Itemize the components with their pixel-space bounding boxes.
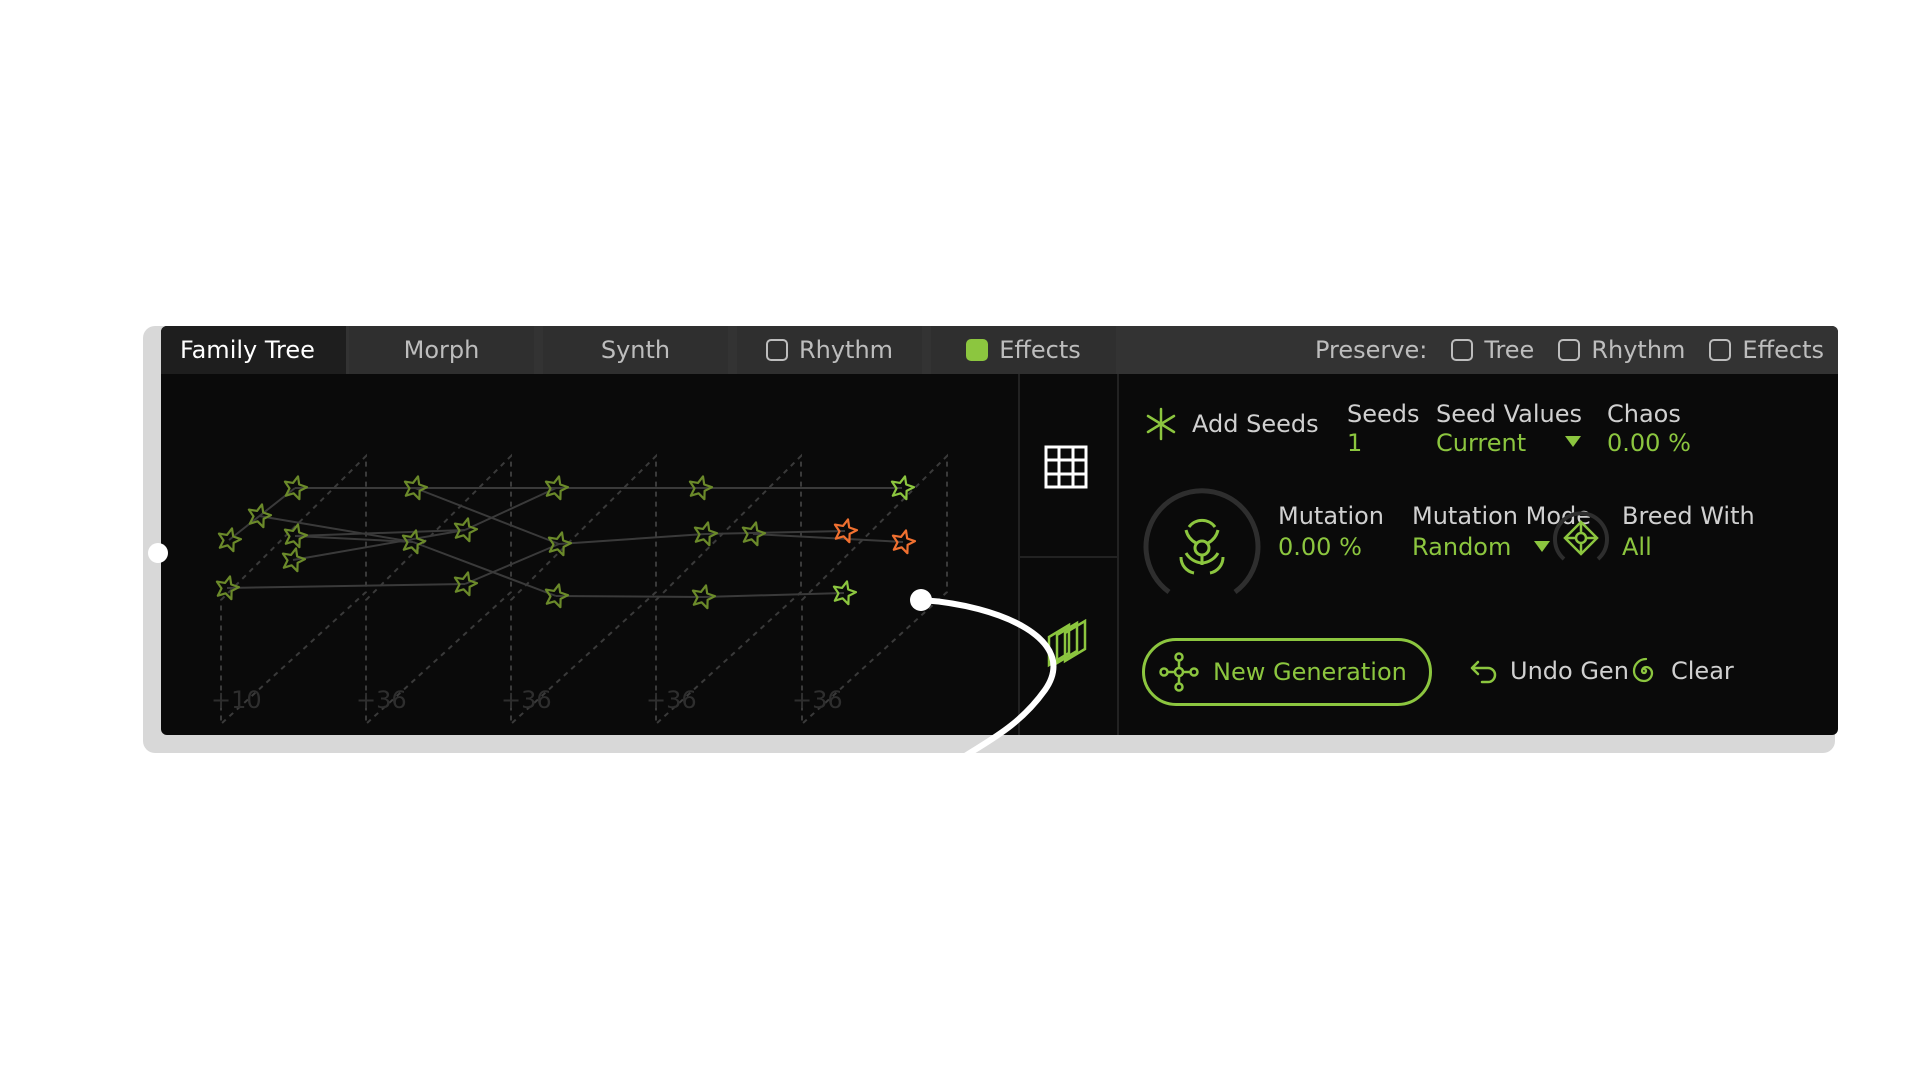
generation-pane: [655, 453, 802, 727]
clear-button[interactable]: Clear: [1629, 656, 1734, 686]
chevron-down-icon[interactable]: [1534, 541, 1550, 552]
mutation-label: Mutation: [1278, 502, 1385, 530]
tab-morph[interactable]: Morph: [349, 326, 534, 374]
tree-link: [412, 541, 557, 597]
creature-node: [890, 475, 916, 501]
tree-link: [464, 543, 560, 585]
undo-gen-button[interactable]: Undo Gen: [1468, 656, 1629, 686]
grid-icon[interactable]: [1043, 444, 1089, 490]
clear-label: Clear: [1671, 657, 1734, 685]
seed-values-label: Seed Values: [1436, 400, 1583, 428]
undo-arrow-icon: [1470, 660, 1497, 684]
tree-link: [702, 592, 845, 598]
seeds-label: Seeds: [1347, 400, 1420, 428]
divider: [1020, 556, 1117, 558]
tab-label: Effects: [999, 336, 1081, 364]
generation-pane: [801, 453, 948, 727]
effects-tab-checkbox[interactable]: [966, 339, 989, 361]
add-seeds-label: Add Seeds: [1192, 410, 1319, 438]
cable-jack-dot: [148, 543, 168, 563]
tab-rhythm[interactable]: Rhythm: [737, 326, 922, 374]
new-generation-label: New Generation: [1213, 658, 1407, 686]
mutation-knob[interactable]: [1141, 487, 1263, 609]
breed-with-value[interactable]: All: [1622, 533, 1652, 561]
plugin-panel: Family Tree Morph Synth Rhythm Effects P…: [161, 326, 1838, 735]
mutation-mode-dropdown[interactable]: Random: [1412, 533, 1511, 561]
layers-icon[interactable]: [1043, 618, 1091, 671]
breed-knob[interactable]: [1552, 509, 1610, 567]
asterisk-icon: [1146, 407, 1176, 441]
undo-gen-label: Undo Gen: [1510, 657, 1629, 685]
tree-link: [558, 533, 706, 545]
add-seeds-button[interactable]: Add Seeds: [1144, 407, 1319, 441]
chaos-value[interactable]: 0.00 %: [1607, 429, 1691, 457]
tree-link: [752, 533, 904, 543]
preserve-rhythm-option[interactable]: Rhythm: [1558, 336, 1685, 364]
generation-count-label: +36: [356, 686, 407, 714]
tab-synth[interactable]: Synth: [543, 326, 728, 374]
divider: [1018, 374, 1020, 735]
preserve-group: Preserve: Tree Rhythm Effects: [1315, 326, 1824, 374]
tree-link: [704, 530, 846, 535]
preserve-tree-option[interactable]: Tree: [1451, 336, 1534, 364]
creature-node: [832, 580, 858, 606]
chaos-label: Chaos: [1607, 400, 1681, 428]
tab-label: Rhythm: [798, 336, 894, 364]
new-generation-button[interactable]: New Generation: [1142, 638, 1432, 706]
preserve-label: Preserve:: [1314, 336, 1428, 364]
tab-label: Synth: [600, 336, 671, 364]
tab-family-tree[interactable]: Family Tree: [161, 326, 346, 374]
seed-values-dropdown[interactable]: Current: [1436, 429, 1526, 457]
preserve-tree-checkbox[interactable]: [1451, 339, 1474, 361]
mutation-value[interactable]: 0.00 %: [1278, 533, 1362, 561]
biohazard-icon: [1179, 518, 1225, 575]
chevron-down-icon[interactable]: [1565, 436, 1581, 447]
preserve-effects-checkbox[interactable]: [1709, 339, 1732, 361]
tab-label: Morph: [403, 336, 480, 364]
spiral-icon: [1632, 657, 1654, 683]
generation-pane: [510, 453, 657, 727]
breed-with-label: Breed With: [1622, 502, 1755, 530]
preserve-option-label: Rhythm: [1591, 336, 1686, 364]
preserve-rhythm-checkbox[interactable]: [1558, 339, 1581, 361]
seeds-value[interactable]: 1: [1347, 429, 1362, 457]
generation-count-label: +36: [646, 686, 697, 714]
tab-label: Family Tree: [180, 336, 315, 364]
tree-link: [555, 595, 704, 598]
preserve-option-label: Tree: [1484, 336, 1535, 364]
preserve-option-label: Effects: [1742, 336, 1824, 364]
selected-creature-node: [891, 529, 917, 555]
generation-count-label: +36: [501, 686, 552, 714]
generation-pane: [220, 453, 367, 727]
rhythm-tab-checkbox[interactable]: [765, 339, 788, 361]
breed-diamond-icon: [1563, 520, 1599, 556]
generation-count-label: +10: [211, 686, 262, 714]
tab-bar: Family Tree Morph Synth Rhythm Effects P…: [161, 326, 1838, 374]
generation-controls: Add Seeds Seeds 1 Seed Values Current Ch…: [1119, 374, 1838, 735]
tab-effects[interactable]: Effects: [931, 326, 1116, 374]
family-tree-graph[interactable]: +10 +36 +36 +36 +36: [161, 374, 1018, 735]
molecule-icon: [1159, 652, 1199, 692]
preserve-effects-option[interactable]: Effects: [1709, 336, 1824, 364]
generation-count-label: +36: [792, 686, 843, 714]
family-tree-view[interactable]: +10 +36 +36 +36 +36: [161, 374, 1018, 735]
tree-link: [226, 583, 466, 589]
